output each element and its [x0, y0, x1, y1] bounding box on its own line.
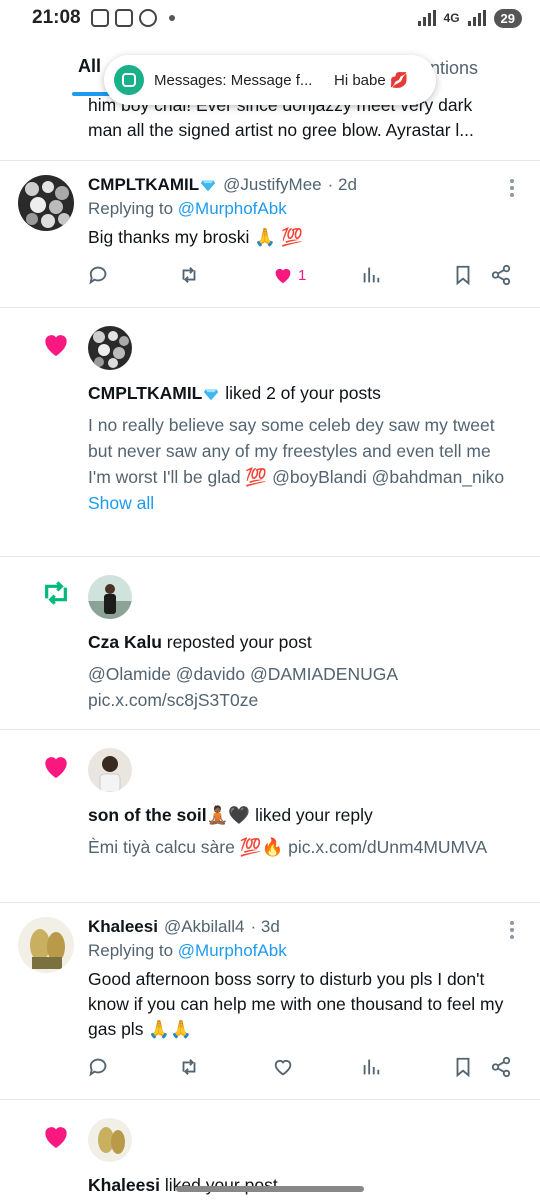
notification-title: Cza Kalu reposted your post	[88, 629, 518, 655]
reply-icon	[89, 266, 107, 285]
display-name[interactable]: Khaleesi	[88, 1175, 160, 1195]
replying-to-link[interactable]: @MurphofAbk	[178, 199, 287, 218]
more-options-icon[interactable]	[510, 179, 514, 197]
notification-action: liked your post	[159, 1175, 278, 1195]
handle: @JustifyMee	[223, 175, 322, 194]
notification-title: CMPLTKAMIL liked 2 of your posts	[88, 380, 518, 406]
reply-button[interactable]	[88, 1056, 110, 1078]
like-notification[interactable]: CMPLTKAMIL liked 2 of your posts I no re…	[0, 308, 540, 556]
notifications-feed: him boy chai! Ever since donjazzy meet v…	[0, 98, 540, 1200]
views-button[interactable]	[360, 1056, 382, 1078]
like-button[interactable]: 1	[272, 264, 306, 286]
notification-preview: Èmi tiyà calcu sàre 💯🔥 pic.x.com/dUnm4MU…	[88, 837, 488, 857]
notification-title: Khaleesi liked your post	[88, 1172, 518, 1198]
display-name[interactable]: CMPLTKAMIL	[88, 175, 217, 195]
avatar[interactable]	[18, 175, 74, 231]
home-indicator[interactable]	[176, 1186, 364, 1192]
reply-button[interactable]	[88, 264, 110, 286]
battery-indicator: 29	[493, 8, 522, 28]
app-notification-icon	[90, 9, 109, 27]
notification-action: liked your reply	[250, 805, 373, 825]
reply-text: Good afternoon boss sorry to disturb you…	[88, 969, 504, 1039]
like-count: 1	[298, 266, 307, 284]
reply-header: CMPLTKAMIL @JustifyMee · 2d	[88, 175, 518, 195]
heart-icon	[45, 757, 67, 778]
whatsapp-icon	[138, 9, 157, 27]
share-icon	[491, 1056, 511, 1078]
notification-title: son of the soil🧘🏾🖤 liked your reply	[88, 802, 518, 828]
share-icon	[491, 264, 511, 286]
repost-icon	[182, 1059, 196, 1075]
notification-icons	[90, 9, 175, 27]
more-notifications-dot	[168, 15, 175, 21]
reply-item[interactable]: CMPLTKAMIL @JustifyMee · 2d Replying to …	[0, 161, 540, 307]
replying-to: Replying to @MurphofAbk	[88, 199, 287, 218]
timestamp: · 3d	[250, 917, 280, 936]
status-bar: 21:08 4G 29	[0, 0, 540, 36]
heart-icon	[45, 1127, 67, 1148]
avatar[interactable]	[88, 748, 132, 792]
avatar[interactable]	[88, 326, 132, 370]
tab-mentions[interactable]: ntions	[430, 58, 478, 79]
bookmark-button[interactable]	[452, 1056, 474, 1078]
more-options-icon[interactable]	[510, 921, 514, 939]
share-button[interactable]	[490, 264, 512, 286]
heart-filled-icon	[275, 268, 291, 284]
tweet-actions: 1	[88, 254, 518, 296]
handle: @Akbilall4	[163, 917, 245, 936]
tweet-actions	[88, 1046, 518, 1088]
heart-outline-icon	[274, 1060, 292, 1076]
message-notification-toast[interactable]: Messages: Message f... Hi babe 💋	[104, 55, 436, 105]
diamond-icon	[204, 389, 219, 401]
bookmark-icon	[456, 1057, 470, 1078]
notification-preview: @Olamide @davido @DAMIADENUGA pic.x.com/…	[88, 664, 398, 710]
views-icon	[363, 1059, 380, 1075]
display-name[interactable]: Cza Kalu	[88, 632, 162, 652]
reply-header: Khaleesi @Akbilall4 · 3d	[88, 917, 518, 937]
timestamp: · 2d	[327, 175, 357, 194]
share-button[interactable]	[490, 1056, 512, 1078]
tab-all[interactable]: All	[78, 56, 101, 77]
repost-notification[interactable]: Cza Kalu reposted your post @Olamide @da…	[0, 557, 540, 729]
partial-tweet[interactable]: him boy chai! Ever since donjazzy meet v…	[0, 98, 540, 160]
views-icon	[363, 267, 380, 283]
toast-message: Hi babe 💋	[334, 72, 409, 89]
repost-icon	[45, 581, 67, 605]
scan-icon	[114, 9, 133, 27]
views-button[interactable]	[360, 264, 382, 286]
notification-action: liked 2 of your posts	[220, 383, 381, 403]
display-name[interactable]: CMPLTKAMIL	[88, 383, 202, 403]
repost-button[interactable]	[178, 1056, 200, 1078]
signal-icon-2	[467, 10, 486, 26]
like-notification[interactable]: Khaleesi liked your post	[0, 1100, 540, 1200]
status-time: 21:08	[32, 7, 81, 28]
bookmark-button[interactable]	[452, 264, 474, 286]
avatar[interactable]	[18, 917, 74, 973]
repost-button[interactable]	[178, 264, 200, 286]
avatar[interactable]	[88, 1118, 132, 1162]
notification-action: reposted your post	[161, 632, 312, 652]
show-all-link[interactable]: Show all	[88, 490, 518, 516]
repost-icon	[182, 267, 196, 283]
reply-text: Big thanks my broski 🙏 💯	[88, 227, 303, 247]
messages-app-icon	[114, 65, 144, 95]
like-notification[interactable]: son of the soil🧘🏾🖤 liked your reply Èmi …	[0, 730, 540, 902]
display-name[interactable]: son of the soil🧘🏾🖤	[88, 805, 250, 825]
signal-icon	[417, 10, 436, 26]
heart-icon	[45, 335, 67, 356]
avatar[interactable]	[88, 575, 132, 619]
like-button[interactable]	[272, 1056, 294, 1078]
replying-to-link[interactable]: @MurphofAbk	[178, 941, 287, 960]
network-type: 4G	[443, 11, 460, 25]
toast-title: Messages: Message f...	[154, 71, 313, 89]
system-icons: 4G 29	[417, 8, 522, 28]
bookmark-icon	[456, 265, 470, 286]
diamond-icon	[200, 180, 216, 192]
notification-preview: I no really believe say some celeb dey s…	[88, 415, 505, 487]
replying-to: Replying to @MurphofAbk	[88, 941, 287, 960]
display-name[interactable]: Khaleesi	[88, 917, 158, 937]
reply-icon	[89, 1058, 107, 1077]
reply-item[interactable]: Khaleesi @Akbilall4 · 3d Replying to @Mu…	[0, 903, 540, 1099]
